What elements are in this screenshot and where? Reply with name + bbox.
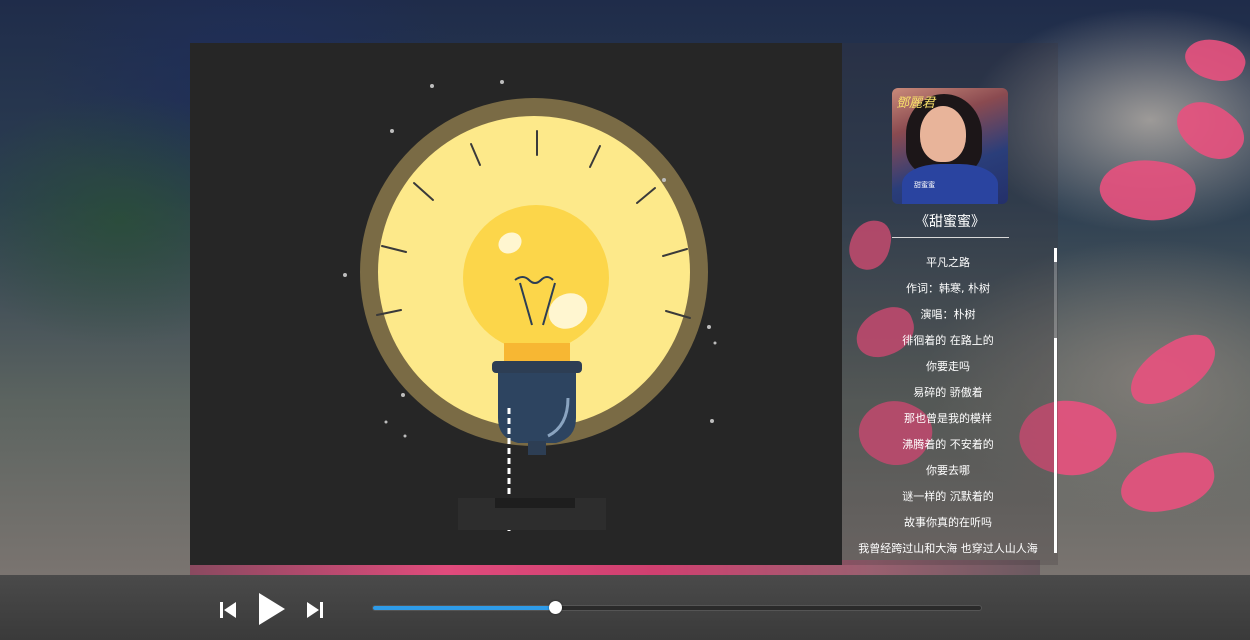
play-icon[interactable] [258,592,286,630]
title-divider [892,237,1009,238]
lyric-line: 你要走吗 [926,360,970,373]
lyric-line: 作词：韩寒, 朴树 [906,282,990,295]
lyric-line: 你要去哪 [926,464,970,477]
lyric-line: 沸腾着的 不安着的 [902,438,994,451]
lyric-line: 徘徊着的 在路上的 [902,334,994,347]
album-logo: 鄧麗君 [896,96,936,111]
progress-fill [373,606,555,610]
lyrics-scrollbar-marker [1054,248,1057,262]
lyric-line: 故事你真的在听吗 [904,516,992,529]
song-title: 《甜蜜蜜》 [915,214,985,230]
lyrics-scrollbar-thumb[interactable] [1054,338,1057,553]
lyric-line: 那也曾是我的模样 [904,412,992,425]
caption-line [495,498,575,508]
video-visual[interactable] [190,43,842,565]
lyric-line: 易碎的 骄傲着 [913,386,983,399]
progress-knob[interactable] [549,601,562,614]
lyrics-panel: 鄧麗君 甜蜜蜜 《甜蜜蜜》 平凡之路作词：韩寒, 朴树 演唱：朴树徘徊着的 在路上… [842,43,1058,565]
lightbulb-illustration [343,80,717,531]
lyric-line: 我曾经跨过山和大海 也穿过人山人海 [858,542,1038,555]
lyric-line: 平凡之路 [926,256,970,269]
album-cover-text: 甜蜜蜜 [914,181,935,189]
album-cover: 鄧麗君 甜蜜蜜 [892,88,1008,204]
skip-previous-icon[interactable] [219,601,237,623]
skip-next-icon[interactable] [306,601,324,623]
playback-controls [0,575,1250,640]
lyric-line: 谜一样的 沉默着的 [902,490,994,503]
lyric-line: 演唱：朴树 [920,308,976,321]
